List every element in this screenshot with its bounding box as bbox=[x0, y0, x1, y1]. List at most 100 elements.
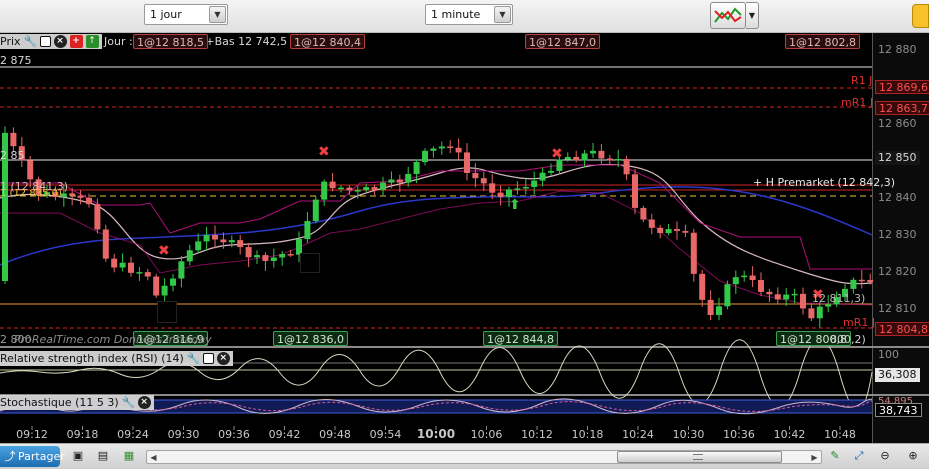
candle-body bbox=[186, 250, 193, 262]
drawing-tools-dropdown[interactable]: ▼ bbox=[746, 2, 759, 29]
candle-body bbox=[758, 279, 764, 292]
layout-icon[interactable]: ▤ bbox=[96, 449, 110, 463]
candle-body bbox=[472, 172, 479, 179]
candle-body bbox=[808, 308, 815, 319]
candle-body bbox=[590, 150, 596, 154]
candle-body bbox=[363, 187, 370, 191]
candle-body bbox=[447, 146, 454, 148]
candle-body bbox=[69, 193, 76, 196]
edit-chart-icon[interactable]: ✎ bbox=[828, 449, 842, 463]
stoch-legend[interactable]: Stochastique (11 5 3) 🔧 × bbox=[0, 395, 154, 410]
candle-body bbox=[254, 255, 260, 258]
candle-body bbox=[548, 170, 554, 173]
wrench-icon[interactable]: 🔧 bbox=[24, 35, 38, 48]
order-tag-bottom[interactable]: 1@12 836,0 bbox=[273, 331, 348, 346]
sell-signal-icon[interactable]: ✖ bbox=[551, 146, 563, 162]
zoom-in-icon[interactable]: ⊕ bbox=[906, 449, 920, 463]
candle-body bbox=[657, 227, 664, 234]
buy-signal-icon[interactable]: ⬆ bbox=[509, 197, 521, 213]
candle-body bbox=[237, 240, 244, 248]
candle-body bbox=[489, 183, 496, 193]
y-tick: 12 810 bbox=[878, 302, 917, 315]
rsi-legend-label: Relative strength index (RSI) (14) bbox=[0, 352, 184, 365]
wrench-icon[interactable]: 🔧 bbox=[122, 396, 136, 409]
candle-body bbox=[682, 230, 689, 233]
period-select[interactable]: 1 jour ▼ bbox=[144, 4, 228, 25]
candle-body bbox=[800, 293, 806, 309]
candle-body bbox=[464, 152, 470, 173]
scroll-right-icon[interactable]: ▶ bbox=[809, 452, 820, 463]
candle-body bbox=[203, 235, 210, 242]
candle-body bbox=[287, 254, 294, 256]
horizontal-scrollbar[interactable]: ◀ ▶ bbox=[146, 450, 822, 464]
candle-body bbox=[380, 182, 386, 190]
chevron-down-icon[interactable]: ▼ bbox=[494, 6, 511, 23]
partial-price-label: 2 85 bbox=[0, 149, 25, 162]
order-tag-top[interactable]: 1@12 818,5 bbox=[133, 34, 208, 49]
share-icon: ⤴ bbox=[4, 450, 16, 463]
candle-body bbox=[632, 174, 638, 208]
price-legend-label: Prix bbox=[0, 35, 21, 48]
candle-body bbox=[623, 158, 630, 175]
sell-signal-icon[interactable]: ✖ bbox=[318, 144, 330, 160]
candle-body bbox=[102, 229, 109, 259]
rsi-legend[interactable]: Relative strength index (RSI) (14) 🔧 × bbox=[0, 351, 233, 366]
order-tag-top[interactable]: 1@12 802,8 bbox=[785, 34, 860, 49]
wrench-icon[interactable]: 🔧 bbox=[187, 352, 201, 365]
sell-signal-icon[interactable]: ✖ bbox=[158, 243, 170, 259]
candle-body bbox=[724, 284, 731, 307]
candle-body bbox=[212, 235, 218, 240]
bottom-bar: Partager ⤴ ▣ ▤ ▦ ◀ ▶ ✎ ⤢ ⊖ ⊕ bbox=[0, 443, 929, 469]
add-indicator-icon[interactable]: + bbox=[69, 35, 83, 48]
level-value-mr1-low: 12 804,8 bbox=[875, 322, 929, 336]
candle-body bbox=[270, 257, 277, 261]
candle-body bbox=[27, 160, 34, 180]
candle-body bbox=[598, 150, 605, 159]
close-icon[interactable]: × bbox=[137, 396, 151, 409]
candle-body bbox=[144, 272, 151, 277]
order-tag-bottom[interactable]: 1@12 844,8 bbox=[483, 331, 558, 346]
close-icon[interactable]: × bbox=[216, 352, 230, 365]
alert-bell-icon[interactable] bbox=[912, 4, 929, 28]
candle-body bbox=[304, 221, 311, 240]
order-tag-top[interactable]: 1@12 840,4 bbox=[290, 34, 365, 49]
scroll-left-icon[interactable]: ◀ bbox=[148, 452, 159, 463]
data-table-icon[interactable]: ▦ bbox=[122, 449, 136, 463]
candle-body bbox=[346, 187, 353, 191]
candle-body bbox=[766, 291, 773, 295]
candle-body bbox=[774, 294, 781, 300]
candle-body bbox=[396, 179, 403, 183]
print-icon[interactable]: ▣ bbox=[71, 449, 85, 463]
candle-body bbox=[707, 299, 714, 316]
premarket-label: + H Premarket (12 842,3) bbox=[753, 176, 896, 189]
arrow-up-icon[interactable]: ↑ bbox=[85, 35, 99, 48]
maximize-icon[interactable] bbox=[202, 353, 214, 364]
fit-zoom-icon[interactable]: ⤢ bbox=[852, 449, 866, 463]
close-icon[interactable]: × bbox=[53, 35, 67, 48]
order-tag-top[interactable]: 1@12 847,0 bbox=[525, 34, 600, 49]
share-button-label: Partager bbox=[18, 450, 65, 463]
price-legend[interactable]: Prix 🔧 × + ↑ bbox=[0, 34, 102, 49]
candle-body bbox=[438, 146, 445, 149]
candle-body bbox=[136, 272, 143, 274]
scrollbar-thumb[interactable] bbox=[617, 451, 782, 463]
candle-body bbox=[405, 173, 412, 183]
drawing-tools-button[interactable] bbox=[710, 2, 746, 29]
zoom-out-icon[interactable]: ⊖ bbox=[878, 449, 892, 463]
candle-body bbox=[321, 181, 328, 200]
interval-select[interactable]: 1 minute ▼ bbox=[425, 4, 513, 25]
partial-level-label-2: 1 (12 835,0) bbox=[0, 188, 62, 199]
candle-body bbox=[564, 156, 571, 160]
candle-body bbox=[539, 172, 546, 181]
maximize-icon[interactable] bbox=[39, 36, 51, 47]
watermark: ProRealTime.com Données intraday bbox=[14, 333, 212, 346]
chart-area[interactable]: 09:12 09:18 09:24 09:30 09:36 09:42 09:48 09:54… bbox=[0, 33, 929, 443]
interval-select-value: 1 minute bbox=[431, 8, 481, 21]
candle-body bbox=[522, 186, 529, 189]
candle-body bbox=[86, 197, 92, 205]
candle-body bbox=[354, 190, 361, 192]
candle-body bbox=[606, 158, 613, 161]
level-value-mr1: 12 863,7 bbox=[875, 101, 929, 115]
chevron-down-icon[interactable]: ▼ bbox=[209, 6, 226, 23]
candle-body bbox=[791, 293, 798, 296]
